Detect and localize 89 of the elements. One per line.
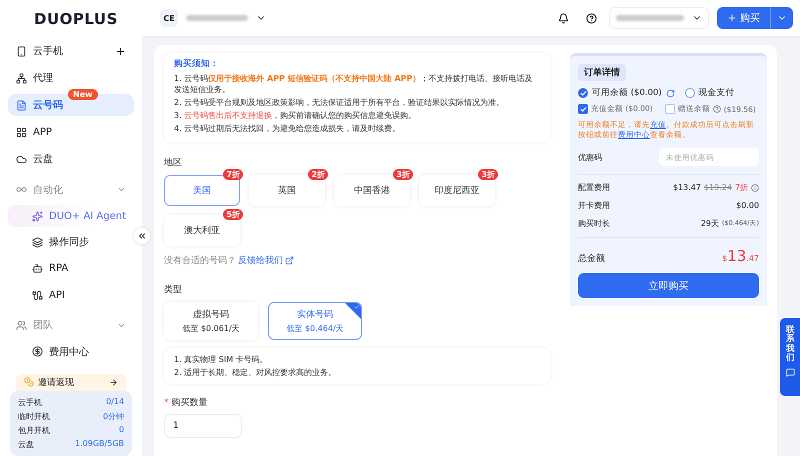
users-icon — [16, 320, 27, 331]
invite-label: 邀请返现 — [38, 376, 75, 389]
fee-value: $13.47 — [672, 183, 701, 192]
buy-now-button[interactable]: 立即购买 — [578, 273, 760, 298]
sparkle-icon — [32, 210, 43, 222]
usage-label: 云盘 — [18, 439, 34, 450]
order-title: 订单详情 — [578, 64, 626, 81]
sidebar-item[interactable]: 云盘 — [8, 148, 134, 170]
required-mark: * — [164, 398, 169, 408]
type-note: 1. 真实物理 SIM 卡号码。 — [174, 354, 269, 365]
type-label: 类型 — [164, 284, 184, 296]
fee-label: 开卡费用 — [578, 200, 610, 211]
coupon-label: 优惠码 — [578, 152, 602, 162]
blurred-text — [186, 15, 248, 21]
grid-icon — [16, 126, 27, 138]
sidebar-group[interactable]: 自动化 — [8, 179, 134, 200]
checkbox[interactable] — [578, 104, 588, 114]
type-option[interactable]: 实体号码 低至 $0.464/天 — [268, 302, 362, 340]
arrow-icon — [109, 378, 118, 387]
fee-label: 配置费用 — [578, 182, 610, 193]
discount-badge: 3折 — [478, 169, 498, 180]
type-note: 2. 适用于长期、稳定、对风控要求高的业务。 — [174, 367, 338, 378]
robot-icon — [32, 263, 43, 274]
radio[interactable] — [578, 88, 588, 98]
fee-value: 29天 — [700, 218, 720, 229]
collapse-button[interactable] — [134, 228, 150, 244]
selected-check-icon — [345, 303, 362, 319]
discount-badge: 5折 — [223, 209, 244, 220]
invite-banner[interactable]: 邀请返现 — [16, 374, 126, 391]
fee-label: 购买时长 — [578, 218, 610, 229]
discount-text: 7折 — [734, 182, 748, 193]
total-label: 总金额 — [578, 252, 606, 265]
fee-value: $0.00 — [736, 201, 760, 210]
usage-label: 云手机 — [18, 397, 42, 408]
usage-value: 0 — [118, 425, 124, 436]
sidebar-item[interactable]: 云手机 — [8, 40, 134, 62]
notice-line: 1. 云号码仅用于接收海外 APP 短信验证码（不支持中国大陆 APP）；不支持拨打电话、接听电话及发送短信业务。 — [174, 73, 534, 95]
quantity-label: 购买数量 — [172, 398, 208, 408]
contact-tab[interactable]: 联系我们 — [780, 318, 800, 396]
new-badge: New — [68, 89, 98, 100]
usage-label: 包月开机 — [18, 425, 50, 436]
usage-value: 0/14 — [106, 397, 124, 408]
feedback-text: 没有合适的号码？ — [164, 254, 236, 267]
cloud-icon — [16, 154, 27, 164]
notice-line: 3. 云号码售出后不支持退换，购买前请确认您的购买信息避免误购。 — [174, 110, 418, 121]
external-link-icon — [285, 256, 294, 265]
sidebar-group[interactable]: 团队 — [8, 314, 134, 336]
logo: DUOPLUS — [33, 9, 119, 30]
payment-label: 可用余额 ($0.00) — [592, 87, 662, 99]
sidebar-item[interactable]: 代理 — [8, 67, 134, 89]
blurred-text — [616, 15, 684, 21]
add-icon[interactable] — [115, 46, 126, 56]
original-price: $19.24 — [704, 183, 732, 192]
sidebar-item[interactable]: 费用中心 — [8, 341, 134, 363]
info-icon[interactable] — [751, 184, 760, 192]
buy-button[interactable]: 购买 — [717, 7, 772, 29]
network-icon — [16, 72, 27, 84]
sidebar-item[interactable]: APP — [8, 121, 134, 143]
phone-icon — [16, 46, 27, 56]
discount-badge: 3折 — [393, 169, 414, 180]
chat-icon — [786, 368, 794, 378]
sidebar-item[interactable]: RPA — [8, 258, 134, 280]
plus-icon — [727, 13, 738, 23]
notice-line: 2. 云号码受平台规则及地区政策影响，无法保证适用于所有平台，验证结果以实际情况为准。 — [174, 97, 506, 108]
usage-label: 临时开机 — [18, 411, 50, 422]
coin-icon — [24, 377, 34, 388]
total-amount: $13.47 — [722, 246, 760, 265]
discount-badge: 7折 — [223, 169, 244, 180]
usage-value: 1.09GB/5GB — [75, 439, 124, 450]
avatar[interactable]: CE — [160, 9, 178, 27]
feedback-link[interactable]: 反馈给我们 — [238, 254, 284, 267]
refresh-icon[interactable] — [666, 88, 675, 98]
radio[interactable] — [684, 88, 695, 98]
sidebar-item[interactable]: API — [8, 284, 134, 306]
notice-line: 4. 云号码过期后无法找回，为避免给您造成损失，请及时续费。 — [174, 123, 402, 134]
discount-badge: 2折 — [308, 169, 328, 180]
type-option[interactable]: 虚拟号码 低至 $0.061/天 — [164, 302, 258, 340]
plug-icon — [32, 290, 43, 301]
notice-title: 购买须知： — [174, 59, 220, 70]
double-chevron-icon — [137, 231, 148, 241]
usage-value: 0分钟 — [102, 411, 124, 422]
region-label: 地区 — [164, 156, 184, 169]
layers-icon — [32, 236, 43, 248]
checkbox[interactable] — [664, 104, 675, 114]
sidebar-item[interactable]: 操作同步 — [8, 232, 134, 254]
payment-label: 现金支付 — [698, 87, 735, 99]
dollar-icon — [32, 346, 43, 358]
quantity-input[interactable]: 1 — [164, 414, 242, 438]
document-icon — [16, 100, 27, 110]
